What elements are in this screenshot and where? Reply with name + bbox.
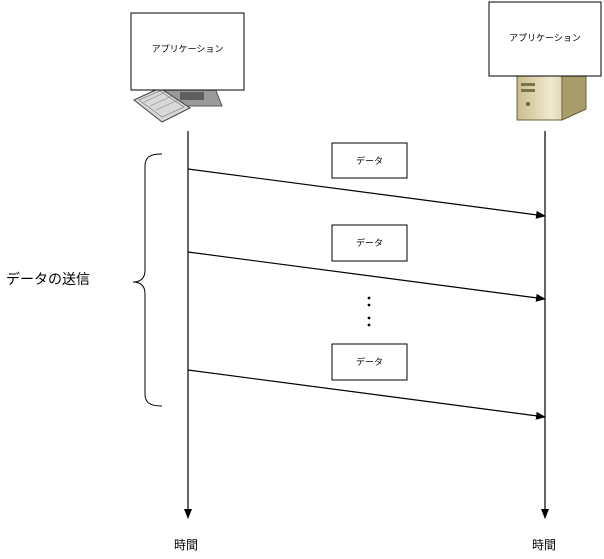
server-time-label: 時間 [532, 538, 556, 552]
data-packet-label: データ [356, 237, 383, 249]
client-label: アプリケーション [152, 44, 224, 55]
server-label: アプリケーション [509, 33, 581, 44]
ellipsis-dots [367, 296, 371, 327]
desktop-computer-icon [133, 87, 223, 123]
data-packet-label: データ [356, 356, 383, 368]
data-packet-label: データ [356, 155, 383, 167]
sequence-diagram: アプリケーション アプリケーション 時間 時間 データ データ データ データの… [6, 1, 602, 552]
client-time-label: 時間 [174, 538, 198, 552]
curly-brace [132, 153, 163, 407]
brace-label: データの送信 [6, 271, 90, 288]
